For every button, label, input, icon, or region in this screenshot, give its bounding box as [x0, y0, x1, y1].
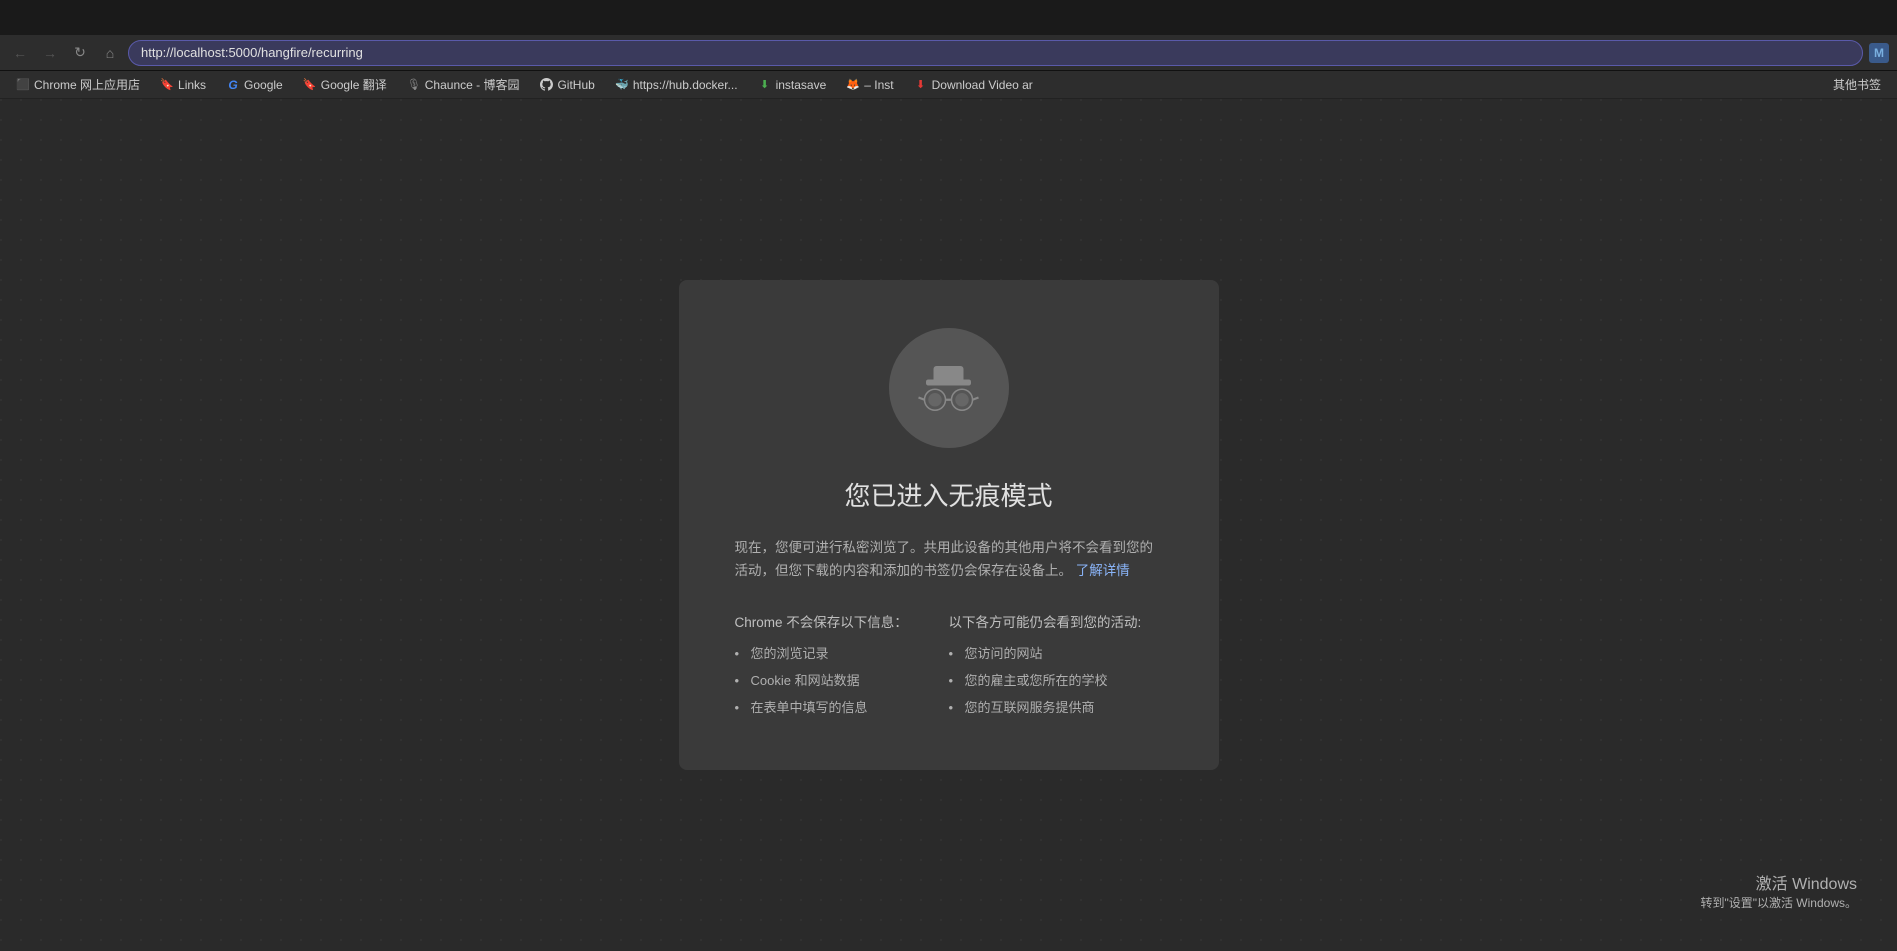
- bookmark-docker-hub[interactable]: 🐳 https://hub.docker...: [607, 76, 746, 94]
- address-bar-container[interactable]: [128, 40, 1863, 66]
- extension-icon[interactable]: M: [1869, 43, 1889, 63]
- docker-icon: 🐳: [615, 78, 629, 92]
- chrome-wont-save-list: 您的浏览记录 Cookie 和网站数据 在表单中填写的信息: [735, 641, 949, 721]
- bookmark-download-video[interactable]: ⬇ Download Video ar: [906, 76, 1041, 94]
- activity-visible-list: 您访问的网站 您的雇主或您所在的学校 您的互联网服务提供商: [949, 641, 1163, 721]
- incognito-description: 现在，您便可进行私密浏览了。共用此设备的其他用户将不会看到您的活动，但您下载的内…: [735, 537, 1163, 583]
- incognito-icon: [911, 351, 986, 426]
- list-item: 您的浏览记录: [735, 641, 949, 668]
- other-bookmarks[interactable]: 其他书签: [1825, 74, 1889, 95]
- bookmarks-bar: ⬛ Chrome 网上应用店 🔖 Links G Google 🔖 Google…: [0, 71, 1897, 99]
- forward-button[interactable]: →: [38, 41, 62, 65]
- incognito-title: 您已进入无痕模式: [844, 476, 1052, 513]
- bookmark-chaunce[interactable]: 🎙 Chaunce - 博客园: [399, 74, 528, 95]
- bookmark-instasave[interactable]: ⬇ instasave: [750, 76, 835, 94]
- chrome-apps-icon: ⬛: [16, 78, 30, 92]
- chrome-wont-save-column: Chrome 不会保存以下信息： 您的浏览记录 Cookie 和网站数据 在表单…: [735, 611, 949, 721]
- learn-more-link[interactable]: 了解详情: [1076, 563, 1130, 578]
- chrome-wont-save-header: Chrome 不会保存以下信息：: [735, 611, 949, 631]
- lists-container: Chrome 不会保存以下信息： 您的浏览记录 Cookie 和网站数据 在表单…: [735, 611, 1163, 721]
- bookmark-links-label: Links: [178, 78, 206, 92]
- chaunce-icon: 🎙: [407, 78, 421, 92]
- bookmark-chrome-apps[interactable]: ⬛ Chrome 网上应用店: [8, 74, 148, 95]
- nav-bar: ← → ↻ ⌂ M: [0, 35, 1897, 71]
- bookmark-instasave-label: instasave: [776, 78, 827, 92]
- incognito-icon-wrapper: [889, 328, 1009, 448]
- bookmark-github[interactable]: GitHub: [531, 76, 602, 94]
- bookmark-google-translate[interactable]: 🔖 Google 翻译: [295, 74, 395, 95]
- activity-visible-column: 以下各方可能仍会看到您的活动: 您访问的网站 您的雇主或您所在的学校 您的互联网…: [949, 611, 1163, 721]
- bookmark-inst[interactable]: 🦊 – Inst: [838, 76, 901, 94]
- back-button[interactable]: ←: [8, 41, 32, 65]
- bookmark-google-translate-label: Google 翻译: [321, 76, 387, 93]
- windows-activation-title: 激活 Windows: [1700, 870, 1857, 894]
- bookmark-chaunce-label: Chaunce - 博客园: [425, 76, 520, 93]
- windows-activation-subtitle: 转到"设置"以激活 Windows。: [1700, 894, 1857, 911]
- google-translate-icon: 🔖: [303, 78, 317, 92]
- browser-chrome: ← → ↻ ⌂ M ⬛ Chrome 网上应用店 🔖 Links G Googl…: [0, 0, 1897, 99]
- incognito-card: 您已进入无痕模式 现在，您便可进行私密浏览了。共用此设备的其他用户将不会看到您的…: [679, 280, 1219, 769]
- bookmark-docker-label: https://hub.docker...: [633, 78, 738, 92]
- bookmark-google[interactable]: G Google: [218, 76, 291, 94]
- home-button[interactable]: ⌂: [98, 41, 122, 65]
- google-icon: G: [226, 78, 240, 92]
- tab-bar: [0, 0, 1897, 35]
- links-icon: 🔖: [160, 78, 174, 92]
- bookmark-inst-label: – Inst: [864, 78, 893, 92]
- bookmark-chrome-apps-label: Chrome 网上应用店: [34, 76, 140, 93]
- firefox-icon: 🦊: [846, 78, 860, 92]
- instasave-icon: ⬇: [758, 78, 772, 92]
- bookmark-github-label: GitHub: [557, 78, 594, 92]
- list-item: 您的互联网服务提供商: [949, 695, 1163, 722]
- list-item: 您的雇主或您所在的学校: [949, 668, 1163, 695]
- bookmark-google-label: Google: [244, 78, 283, 92]
- windows-activation: 激活 Windows 转到"设置"以激活 Windows。: [1700, 870, 1857, 911]
- bookmark-links[interactable]: 🔖 Links: [152, 76, 214, 94]
- reload-button[interactable]: ↻: [68, 41, 92, 65]
- activity-visible-header: 以下各方可能仍会看到您的活动:: [949, 611, 1163, 631]
- content-area: 您已进入无痕模式 现在，您便可进行私密浏览了。共用此设备的其他用户将不会看到您的…: [0, 99, 1897, 951]
- bookmark-download-video-label: Download Video ar: [932, 78, 1033, 92]
- list-item: 您访问的网站: [949, 641, 1163, 668]
- download-video-icon: ⬇: [914, 78, 928, 92]
- github-icon: [539, 78, 553, 92]
- list-item: Cookie 和网站数据: [735, 668, 949, 695]
- address-bar[interactable]: [141, 45, 1850, 60]
- list-item: 在表单中填写的信息: [735, 695, 949, 722]
